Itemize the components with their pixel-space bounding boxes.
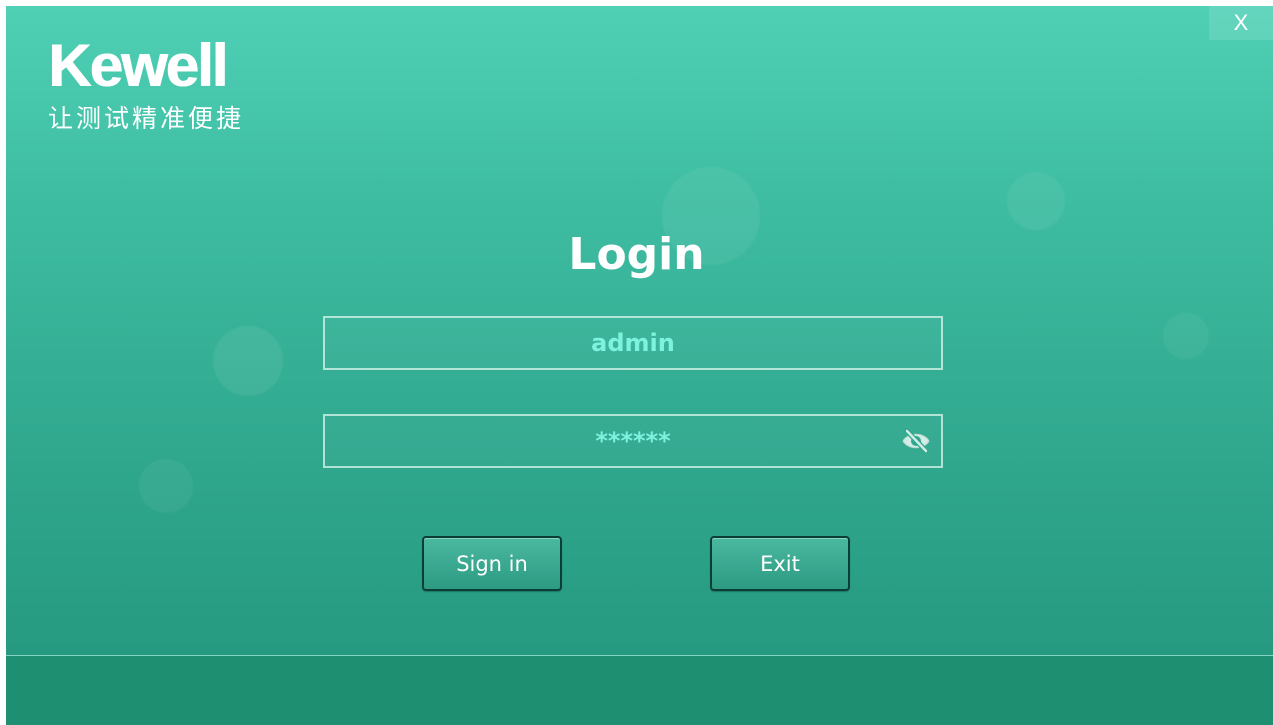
eye-off-icon[interactable] bbox=[899, 426, 933, 456]
sign-in-label: Sign in bbox=[456, 551, 528, 576]
footer-bar bbox=[6, 655, 1273, 725]
username-input[interactable] bbox=[325, 318, 941, 368]
brand-slogan: 让测试精准便捷 bbox=[48, 104, 245, 133]
brand-name: Kewell bbox=[48, 32, 228, 99]
password-input[interactable] bbox=[325, 416, 941, 466]
login-title: Login bbox=[568, 229, 705, 280]
username-field-frame bbox=[323, 316, 943, 370]
exit-button[interactable]: Exit bbox=[710, 536, 850, 591]
logo: Kewell 让测试精准便捷 bbox=[48, 36, 244, 134]
close-icon: X bbox=[1233, 10, 1249, 35]
exit-label: Exit bbox=[760, 551, 800, 576]
sign-in-button[interactable]: Sign in bbox=[422, 536, 562, 591]
close-button[interactable]: X bbox=[1209, 6, 1273, 40]
password-field-frame bbox=[323, 414, 943, 468]
